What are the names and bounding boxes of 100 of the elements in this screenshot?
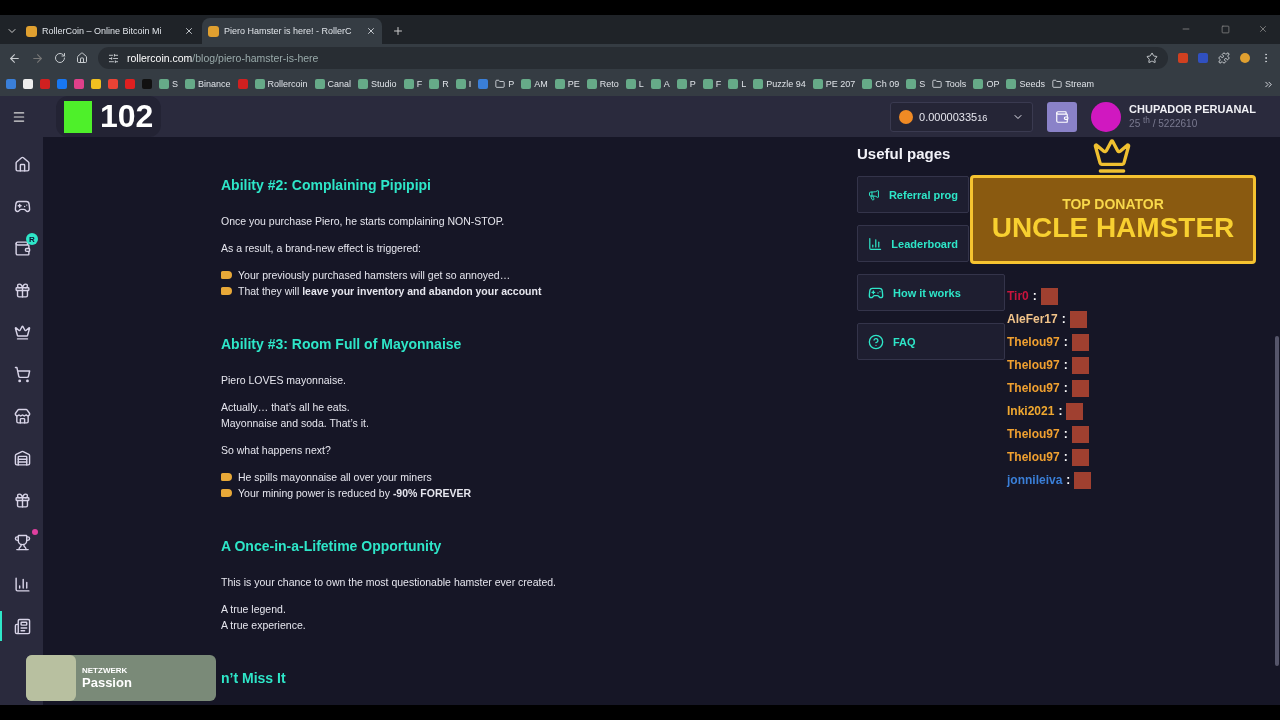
bookmark[interactable]: OP — [973, 79, 1000, 89]
track-title: Passion — [82, 675, 132, 690]
avatar — [1091, 101, 1122, 132]
bookmark-folder[interactable]: P — [495, 79, 515, 89]
useful-page-link[interactable]: FAQ — [857, 323, 1005, 360]
sidebar-icon — [14, 491, 31, 509]
bullet-text: Your previously purchased hamsters will get so annoyed… — [238, 268, 511, 283]
bookmark[interactable]: L — [728, 79, 747, 89]
emote-placeholder — [1071, 379, 1089, 397]
favicon-icon — [159, 79, 169, 89]
back-icon[interactable] — [8, 51, 21, 65]
bookmark[interactable]: F — [702, 79, 722, 89]
browser-tab[interactable]: RollerCoin – Online Bitcoin Mi — [20, 18, 200, 44]
close-icon[interactable] — [184, 26, 194, 36]
chat-separator: : — [1058, 404, 1063, 418]
address-bar[interactable]: rollercoin.com/blog/piero-hamster-is-here — [98, 47, 1168, 69]
bookmark-folder[interactable]: Stream — [1051, 79, 1094, 89]
bookmark[interactable]: R — [429, 79, 449, 89]
sidebar-item[interactable]: R — [0, 233, 43, 263]
paragraph: A true legend. A true experience. — [221, 602, 307, 633]
bookmark[interactable]: I — [455, 79, 472, 89]
useful-page-link[interactable]: Leaderboard — [857, 225, 969, 262]
favicon-icon — [906, 79, 917, 89]
bookmark[interactable]: AM — [521, 79, 548, 89]
profile-icon[interactable] — [1240, 53, 1250, 63]
chat-separator: : — [1063, 358, 1068, 372]
useful-page-link[interactable]: Referral prog — [857, 176, 969, 213]
banner-label: TOP DONATOR — [1062, 195, 1164, 212]
forward-icon[interactable] — [31, 51, 44, 65]
favicon-icon — [554, 79, 565, 89]
paragraph: Piero LOVES mayonnaise. — [221, 373, 347, 388]
balance-selector[interactable]: 0.0000033516 — [890, 101, 1034, 132]
chat-separator: : — [1032, 289, 1037, 303]
favicon-icon — [358, 79, 369, 89]
favicon-icon — [314, 79, 325, 89]
emote-placeholder — [1066, 402, 1084, 420]
home-icon[interactable] — [76, 52, 88, 64]
bookmark[interactable]: Rollercoin — [254, 79, 308, 89]
section-heading: Ability #3: Room Full of Mayonnaise — [221, 336, 463, 352]
sidebar-icon — [14, 533, 31, 551]
favicon-icon — [521, 79, 532, 89]
bookmark[interactable]: S — [906, 79, 926, 89]
bookmark[interactable]: Canal — [314, 79, 352, 89]
chat-separator: : — [1063, 335, 1068, 349]
emote-placeholder — [1071, 448, 1089, 466]
browser-tab[interactable]: Piero Hamster is here! - RollerC — [202, 18, 382, 44]
favicon-icon — [650, 79, 661, 89]
maximize-icon[interactable] — [1221, 25, 1230, 34]
close-icon[interactable] — [366, 26, 376, 36]
sidebar-icon — [14, 617, 31, 635]
bookmark[interactable]: PE — [554, 79, 580, 89]
reload-icon[interactable] — [54, 52, 66, 64]
sidebar-badge: R — [26, 233, 38, 245]
favicon-icon — [625, 79, 636, 89]
bookmark[interactable]: F — [403, 79, 423, 89]
bookmark[interactable]: L — [625, 79, 644, 89]
bookmark[interactable]: Puzzle 94 — [753, 79, 806, 89]
favicon-icon — [753, 79, 764, 89]
banner-name: UNCLE HAMSTER — [991, 211, 1235, 244]
favicon-icon — [26, 25, 37, 37]
wallet-icon — [1055, 109, 1070, 124]
section-heading: n’t Miss It — [221, 670, 287, 686]
bookmark[interactable]: Ch 09 — [862, 79, 900, 89]
menu-icon[interactable] — [12, 109, 26, 124]
chat-separator: : — [1061, 312, 1066, 326]
bookmark[interactable]: Reto — [586, 79, 619, 89]
chat-separator: : — [1063, 381, 1068, 395]
chat-separator: : — [1066, 473, 1071, 487]
site-info-icon[interactable] — [108, 52, 119, 64]
favicon-icon — [403, 79, 414, 89]
bookmark[interactable]: Binance — [185, 79, 231, 89]
chat-username: AleFer17 — [1007, 312, 1058, 326]
bookmark[interactable]: PE 207 — [812, 79, 856, 89]
bookmark[interactable]: P — [676, 79, 696, 89]
wallet-button[interactable] — [1047, 101, 1078, 132]
paragraph: This is your chance to own the most questionable hamster ever created. — [221, 575, 557, 590]
new-tab-icon[interactable] — [392, 25, 404, 37]
sidebar-icon — [14, 155, 31, 173]
extensions-icon[interactable] — [1218, 52, 1230, 64]
scrollbar-thumb[interactable] — [1275, 336, 1279, 666]
useful-page-link[interactable]: How it works — [857, 274, 1005, 311]
bookmark[interactable]: Studio — [358, 79, 397, 89]
bookmark-star-icon[interactable] — [1146, 52, 1158, 64]
useful-pages-title: Useful pages — [857, 145, 952, 162]
favicon-icon — [254, 79, 265, 89]
favicon-icon — [862, 79, 873, 89]
folder-icon — [932, 79, 943, 89]
chat-username: Tir0 — [1007, 289, 1029, 303]
paragraph: As a result, a brand-new effect is triggered: — [221, 241, 422, 256]
folder-icon — [1051, 79, 1062, 89]
favicon-icon — [973, 79, 984, 89]
favicon-icon — [208, 25, 219, 37]
bookmark-icon[interactable] — [478, 79, 489, 89]
bookmark[interactable]: A — [650, 79, 670, 89]
bookmark[interactable]: Seeds — [1006, 79, 1045, 89]
favicon-icon — [702, 79, 713, 89]
artist-name: NETZWERK — [82, 666, 129, 675]
bookmark[interactable]: S — [159, 79, 178, 89]
bookmark-folder[interactable]: Tools — [932, 79, 967, 89]
favicon-icon — [728, 79, 739, 89]
